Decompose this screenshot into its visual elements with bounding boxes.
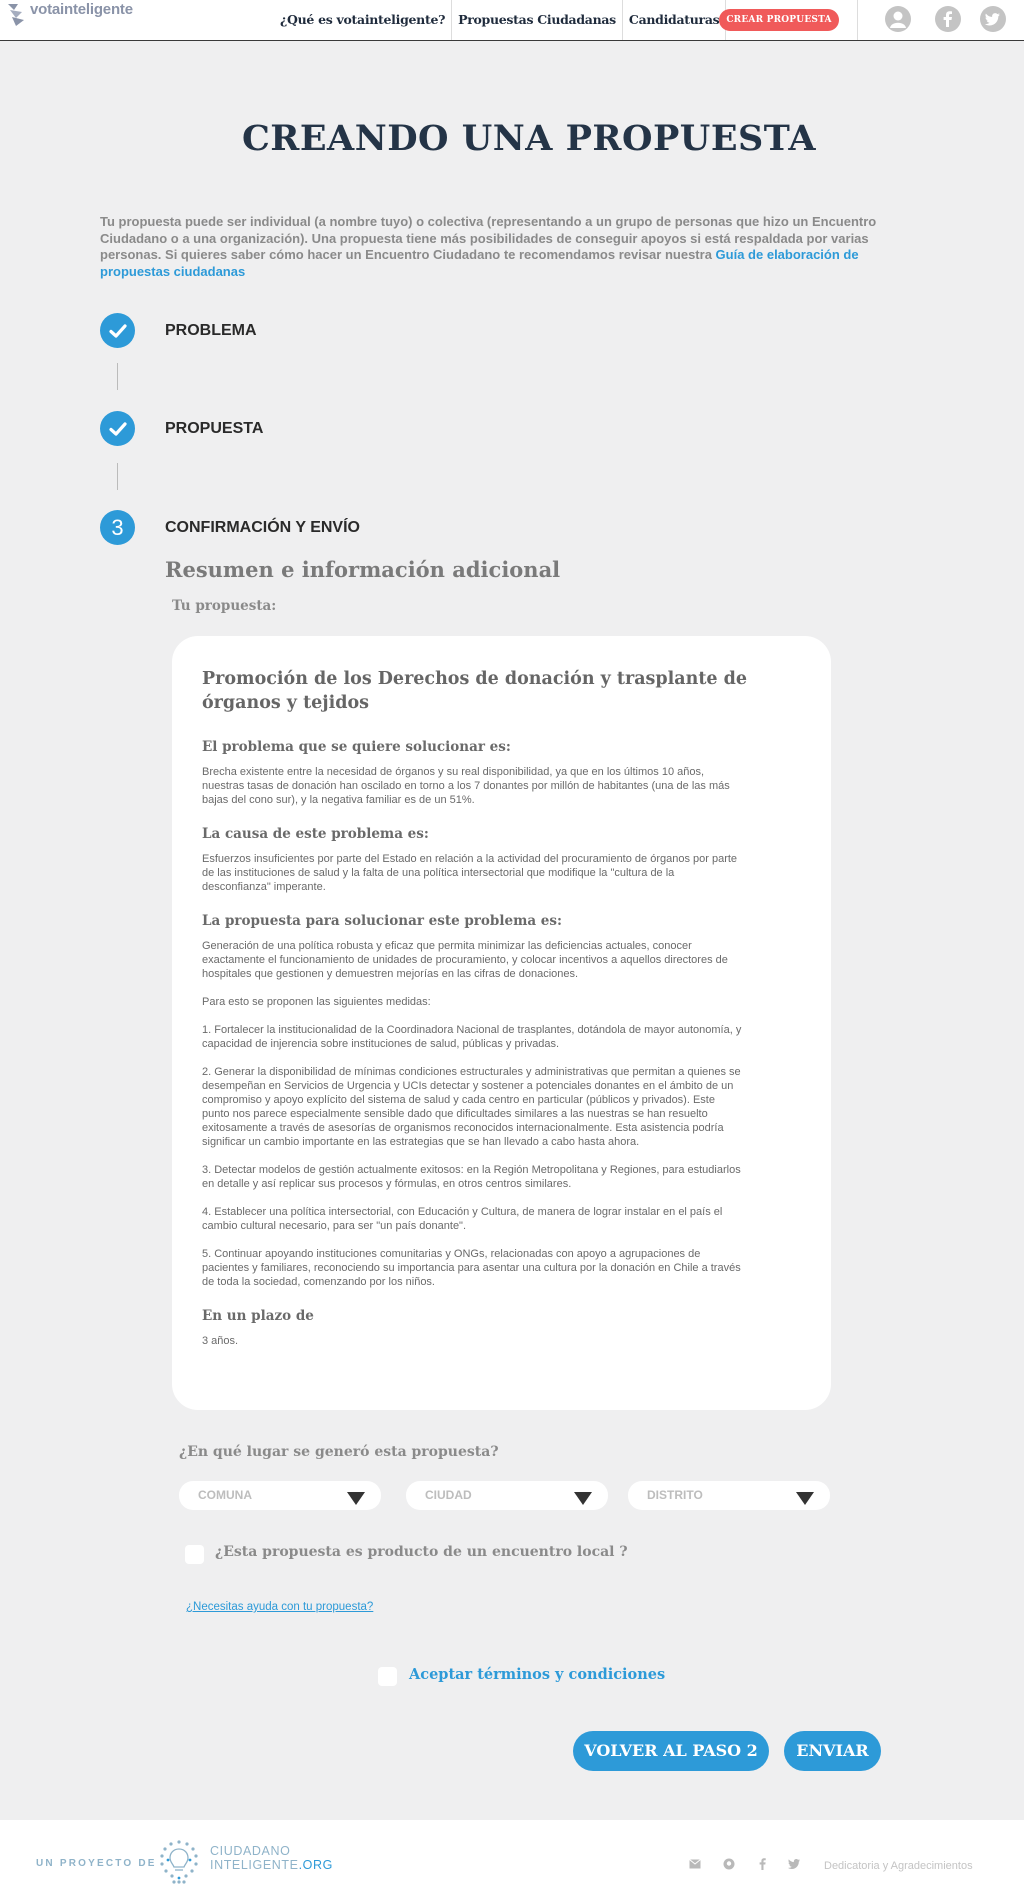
nav-que-es[interactable]: ¿Qué es votainteligente? [274, 0, 453, 40]
header-divider [857, 0, 858, 40]
solution-paragraph: 2. Generar la disponibilidad de mínimas … [202, 1066, 741, 1148]
github-icon[interactable] [723, 1858, 735, 1870]
site-logo[interactable]: votainteligente [6, 0, 133, 28]
check-icon [100, 313, 135, 348]
solution-paragraph: 5. Continuar apoyando instituciones comu… [202, 1248, 741, 1288]
intro-text: Tu propuesta puede ser individual (a nom… [100, 214, 900, 280]
select-placeholder: CIUDAD [425, 1488, 472, 1502]
step-label: CONFIRMACIÓN Y ENVÍO [165, 518, 360, 536]
comuna-select[interactable]: COMUNA [179, 1481, 381, 1510]
problem-heading: El problema que se quiere solucionar es: [202, 739, 511, 755]
org-line1: CIUDADANO [210, 1844, 291, 1858]
facebook-icon[interactable] [935, 6, 961, 32]
distrito-select[interactable]: DISTRITO [628, 1481, 830, 1510]
facebook-icon[interactable] [759, 1858, 766, 1870]
user-icon[interactable] [885, 6, 911, 32]
twitter-icon[interactable] [788, 1859, 800, 1869]
step-label: PROBLEMA [165, 321, 257, 339]
help-link[interactable]: ¿Necesitas ayuda con tu propuesta? [186, 1601, 373, 1613]
lightbulb-logo-icon [160, 1840, 198, 1884]
logo-text: votainteligente [30, 0, 133, 18]
check-icon [100, 411, 135, 446]
ciudad-select[interactable]: CIUDAD [406, 1481, 608, 1510]
page-title: CREANDO UNA PROPUESTA [241, 118, 817, 159]
local-meeting-label: ¿Esta propuesta es producto de un encuen… [215, 1544, 628, 1560]
caret-down-icon [574, 1492, 592, 1505]
create-proposal-button[interactable]: CREAR PROPUESTA [719, 9, 839, 31]
summary-title: Resumen e información adicional [165, 557, 561, 582]
step-connector [117, 363, 118, 390]
step-number: 3 [100, 510, 135, 545]
site-footer: UN PROYECTO DE CIUDADANO INTELIGENTE.ORG… [0, 1820, 1024, 1903]
step-label: PROPUESTA [165, 419, 264, 437]
solution-paragraph: 1. Fortalecer la institucionalidad de la… [202, 1024, 742, 1050]
terms-link[interactable]: Aceptar términos y condiciones [409, 1666, 665, 1683]
caret-down-icon [796, 1492, 814, 1505]
terms-checkbox[interactable] [378, 1667, 397, 1686]
your-proposal-label: Tu propuesta: [172, 598, 277, 614]
term-text: 3 años. [202, 1335, 239, 1347]
dedication-link[interactable]: Dedicatoria y Agradecimientos [824, 1860, 973, 1872]
main-nav: ¿Qué es votainteligente? Propuestas Ciud… [274, 0, 727, 40]
project-of-label: UN PROYECTO DE [36, 1858, 157, 1869]
proposal-card: Promoción de los Derechos de donación y … [172, 636, 831, 1410]
step-propuesta[interactable]: PROPUESTA [100, 411, 263, 446]
step-confirmacion: 3 CONFIRMACIÓN Y ENVÍO [100, 510, 360, 545]
org-line2: INTELIGENTE [210, 1858, 299, 1872]
solution-paragraph: Generación de una política robusta y efi… [202, 940, 728, 980]
back-to-step-2-button[interactable]: VOLVER AL PASO 2 [573, 1731, 769, 1771]
submit-button[interactable]: ENVIAR [784, 1731, 881, 1771]
cause-text: Esfuerzos insuficientes por parte del Es… [202, 853, 738, 893]
select-placeholder: COMUNA [198, 1488, 252, 1502]
local-meeting-checkbox[interactable] [185, 1545, 204, 1564]
logo-mark-icon [8, 4, 24, 26]
solution-heading: La propuesta para solucionar este proble… [202, 913, 562, 929]
solution-paragraph: 4. Establecer una política intersectoria… [202, 1206, 723, 1232]
solution-paragraph: Para esto se proponen las siguientes med… [202, 996, 431, 1008]
step-connector [117, 463, 118, 490]
term-heading: En un plazo de [202, 1308, 314, 1324]
site-header: votainteligente ¿Qué es votainteligente?… [0, 0, 1024, 41]
solution-paragraph: 3. Detectar modelos de gestión actualmen… [202, 1164, 741, 1190]
mail-icon[interactable] [689, 1859, 701, 1869]
proposal-title: Promoción de los Derechos de donación y … [202, 669, 748, 713]
org-suffix: .ORG [298, 1858, 333, 1872]
org-logo-text[interactable]: CIUDADANO INTELIGENTE.ORG [210, 1844, 333, 1872]
cause-heading: La causa de este problema es: [202, 826, 429, 842]
nav-candidaturas[interactable]: Candidaturas [623, 0, 727, 40]
nav-propuestas[interactable]: Propuestas Ciudadanas [452, 0, 623, 40]
problem-text: Brecha existente entre la necesidad de ó… [202, 766, 730, 806]
step-problema[interactable]: PROBLEMA [100, 313, 257, 348]
caret-down-icon [347, 1492, 365, 1505]
place-question: ¿En qué lugar se generó esta propuesta? [179, 1444, 499, 1460]
select-placeholder: DISTRITO [647, 1488, 703, 1502]
twitter-icon[interactable] [980, 6, 1006, 32]
